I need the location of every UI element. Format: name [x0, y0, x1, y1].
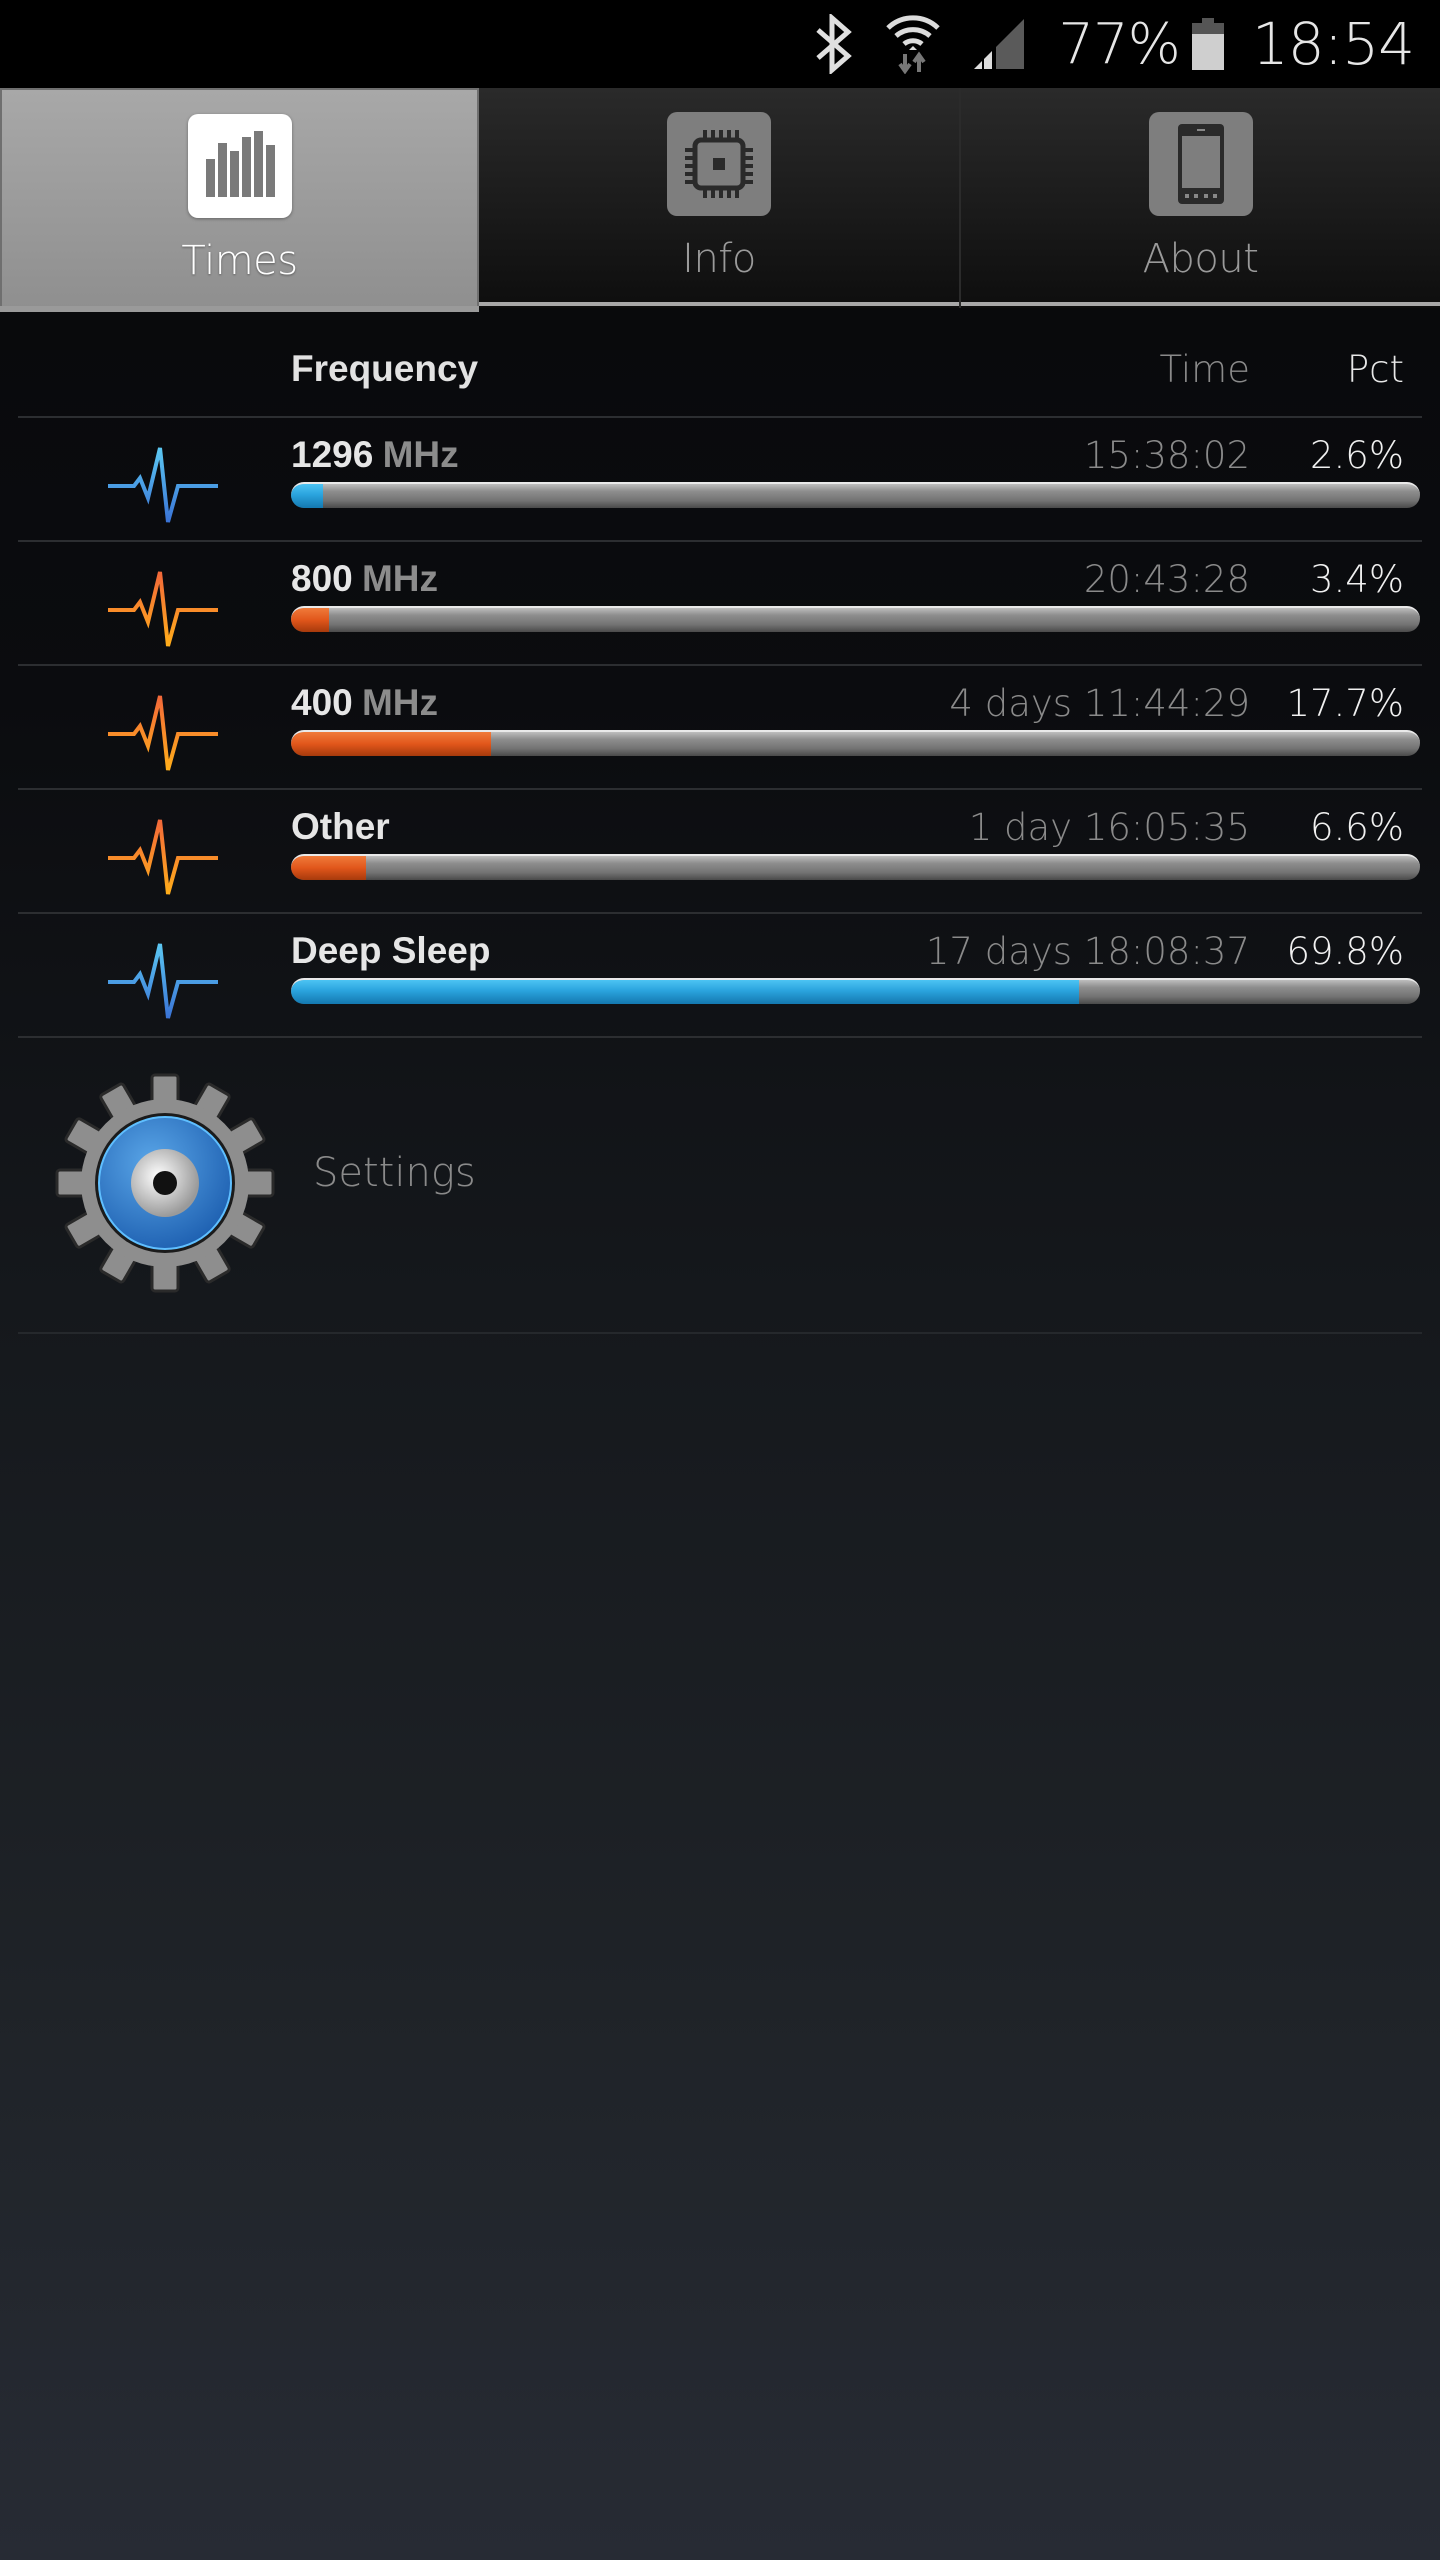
progress-bar: [291, 482, 1420, 508]
time-value: 20:43:28: [1083, 558, 1250, 601]
bluetooth-icon: [812, 14, 856, 74]
wifi-icon: [886, 14, 941, 74]
frequency-value: Deep Sleep: [291, 930, 491, 971]
time-value: 17 days 18:08:37: [925, 930, 1250, 973]
pulse-icon: [106, 568, 220, 648]
table-row[interactable]: 400 MHz 4 days 11:44:29 17.7%: [18, 666, 1422, 790]
frequency-value: 400: [291, 682, 353, 723]
table-header: Frequency Time Pct: [18, 340, 1422, 418]
table-row[interactable]: 800 MHz 20:43:28 3.4%: [18, 542, 1422, 666]
tab-label: About: [1142, 236, 1259, 282]
tab-about[interactable]: About: [961, 88, 1440, 308]
progress-bar: [291, 606, 1420, 632]
frequency-table: Frequency Time Pct 1296 MHz 15:38:02 2.6%…: [18, 340, 1422, 1334]
time-value: 1 day 16:05:35: [968, 806, 1250, 849]
pct-value: 2.6%: [1310, 434, 1404, 477]
header-time: Time: [1159, 348, 1250, 391]
pct-value: 69.8%: [1286, 930, 1404, 973]
tab-label: Info: [682, 236, 756, 282]
table-row[interactable]: 1296 MHz 15:38:02 2.6%: [18, 418, 1422, 542]
pct-value: 6.6%: [1310, 806, 1404, 849]
frequency-unit: MHz: [361, 682, 439, 723]
time-value: 15:38:02: [1083, 434, 1250, 477]
cpu-chip-icon: [667, 112, 771, 216]
gear-icon: [54, 1072, 276, 1294]
frequency-value: Other: [291, 806, 390, 847]
table-row[interactable]: Deep Sleep 17 days 18:08:37 69.8%: [18, 914, 1422, 1038]
progress-fill: [291, 484, 323, 508]
battery-icon: [1191, 18, 1224, 70]
progress-bar: [291, 854, 1420, 880]
tab-info[interactable]: Info: [479, 88, 961, 308]
tab-times[interactable]: Times: [0, 88, 479, 312]
pulse-icon: [106, 692, 220, 772]
header-pct: Pct: [1346, 348, 1404, 391]
frequency-value: 1296: [291, 434, 374, 475]
progress-fill: [291, 856, 366, 880]
settings-label: Settings: [313, 1150, 476, 1196]
frequency-label: 800 MHz: [291, 558, 438, 600]
signal-icon: [974, 19, 1025, 69]
progress-fill: [291, 608, 330, 632]
settings-item[interactable]: Settings: [18, 1038, 1422, 1334]
tab-label: Times: [181, 238, 298, 284]
bar-chart-icon: [187, 114, 292, 218]
frequency-label: 1296 MHz: [291, 434, 459, 476]
pulse-icon: [106, 816, 220, 896]
progress-fill: [291, 732, 491, 756]
pct-value: 3.4%: [1310, 558, 1404, 601]
phone-icon: [1148, 112, 1253, 216]
status-bar: 77% 18:54: [0, 0, 1440, 88]
pulse-icon: [106, 940, 220, 1020]
table-row[interactable]: Other 1 day 16:05:35 6.6%: [18, 790, 1422, 914]
header-frequency: Frequency: [291, 348, 479, 389]
time-value: 4 days 11:44:29: [949, 682, 1250, 725]
pulse-icon: [106, 444, 220, 524]
frequency-label: Other: [291, 806, 390, 848]
frequency-label: 400 MHz: [291, 682, 438, 724]
clock: 18:54: [1251, 10, 1415, 78]
frequency-unit: MHz: [361, 558, 439, 599]
battery-percent: 77%: [1058, 11, 1180, 77]
frequency-unit: MHz: [382, 434, 459, 475]
progress-bar: [291, 978, 1420, 1004]
progress-fill: [291, 980, 1080, 1004]
tab-bar: Times Info About: [0, 88, 1440, 312]
frequency-label: Deep Sleep: [291, 930, 490, 972]
pct-value: 17.7%: [1286, 682, 1404, 725]
frequency-value: 800: [291, 558, 353, 599]
progress-bar: [291, 730, 1420, 756]
